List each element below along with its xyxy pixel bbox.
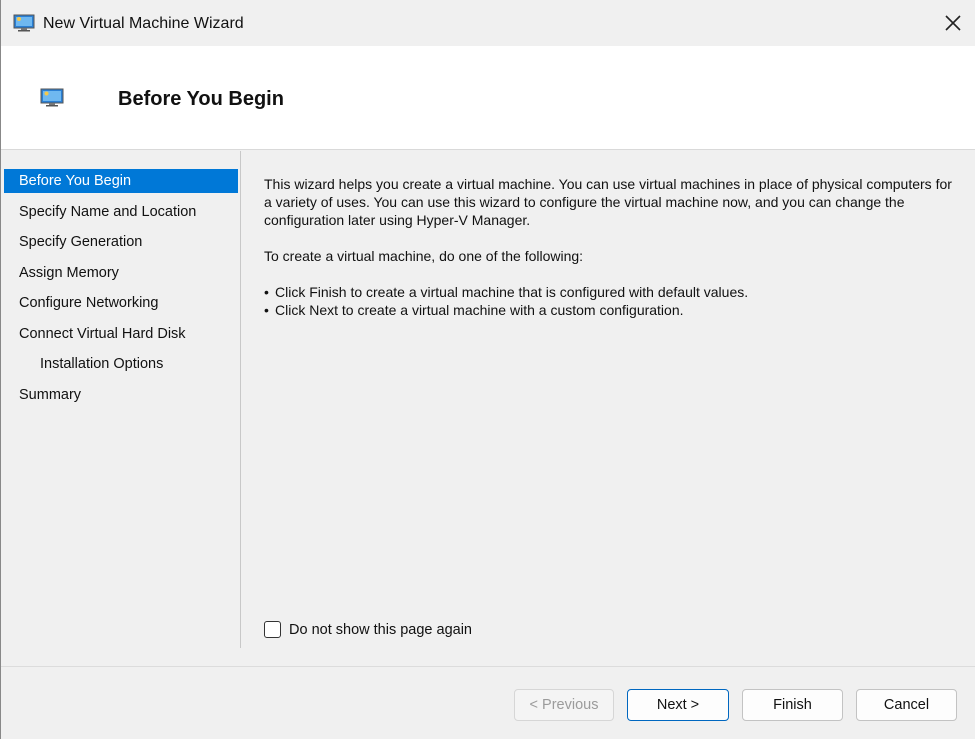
list-item: Click Next to create a virtual machine w… — [264, 301, 954, 319]
monitor-icon — [40, 88, 64, 108]
footer-divider — [1, 666, 975, 667]
close-icon — [945, 15, 961, 31]
monitor-icon — [13, 14, 35, 32]
instructions-text: To create a virtual machine, do one of t… — [264, 248, 584, 264]
intro-text: This wizard helps you create a virtual m… — [264, 176, 952, 228]
step-assign-memory[interactable]: Assign Memory — [4, 261, 238, 285]
next-button[interactable]: Next > — [627, 689, 729, 721]
step-before-you-begin[interactable]: Before You Begin — [4, 169, 238, 193]
title-bar: New Virtual Machine Wizard — [1, 0, 975, 46]
step-connect-virtual-hard-disk[interactable]: Connect Virtual Hard Disk — [4, 322, 238, 346]
step-summary[interactable]: Summary — [4, 383, 238, 407]
dont-show-again-label: Do not show this page again — [289, 621, 472, 638]
list-item: Click Finish to create a virtual machine… — [264, 283, 954, 301]
wizard-header: Before You Begin — [1, 46, 975, 150]
step-configure-networking[interactable]: Configure Networking — [4, 291, 238, 315]
dont-show-again-option[interactable]: Do not show this page again — [264, 621, 472, 638]
wizard-window: New Virtual Machine Wizard Before You Be… — [0, 0, 975, 739]
dont-show-again-checkbox[interactable] — [264, 621, 281, 638]
option-list: Click Finish to create a virtual machine… — [264, 283, 954, 319]
step-installation-options[interactable]: Installation Options — [4, 352, 238, 376]
step-specify-generation[interactable]: Specify Generation — [4, 230, 238, 254]
finish-button[interactable]: Finish — [742, 689, 843, 721]
previous-button[interactable]: < Previous — [514, 689, 614, 721]
page-title: Before You Begin — [118, 88, 284, 110]
cancel-button[interactable]: Cancel — [856, 689, 957, 721]
step-specify-name-and-location[interactable]: Specify Name and Location — [4, 200, 238, 224]
wizard-content: This wizard helps you create a virtual m… — [264, 175, 954, 319]
wizard-step-list: Before You Begin Specify Name and Locati… — [1, 151, 241, 648]
window-title: New Virtual Machine Wizard — [43, 15, 244, 32]
close-button[interactable] — [938, 8, 968, 38]
